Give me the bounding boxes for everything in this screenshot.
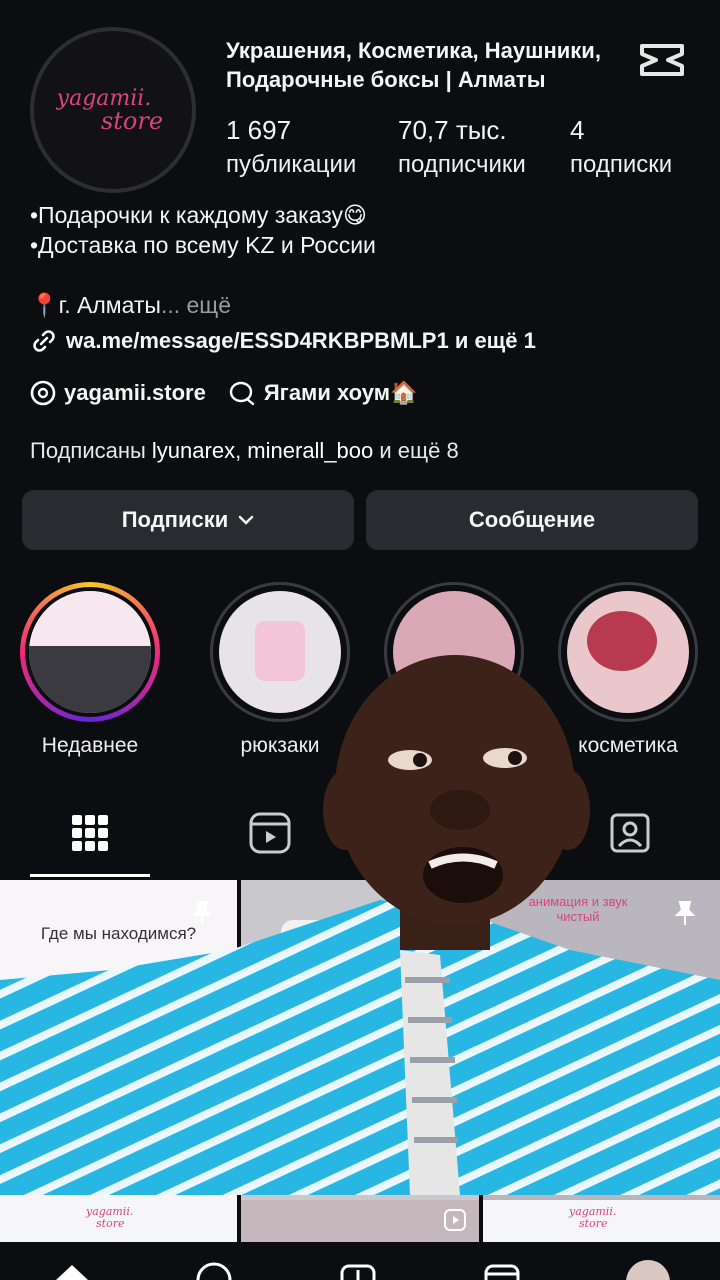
profile-bio: •Подарочки к каждому заказу😋 •Доставка п… — [30, 200, 376, 260]
bio-line1: •Подарочки к каждому заказу😋 — [30, 202, 368, 228]
post-tile-4[interactable]: yagamii. store — [0, 1200, 237, 1242]
post-tile-2[interactable] — [241, 880, 479, 1210]
reels-nav-icon[interactable] — [482, 1260, 522, 1280]
home-chip[interactable]: Ягами хоум🏠 — [228, 380, 418, 406]
avatar-logo-line2: store — [100, 107, 164, 135]
story-highlights: Недавнее рюкзаки косметика — [0, 582, 720, 762]
chat-bubble-icon — [229, 381, 255, 406]
highlight-thumb — [567, 591, 689, 713]
active-tab-indicator — [30, 874, 150, 877]
followed-names: lyunarex, minerall_boo — [151, 438, 374, 463]
capcut-watermark-icon — [640, 44, 684, 76]
message-button-label: Сообщение — [468, 507, 596, 532]
profile-header: yagamii. store Украшения, Косметика, Нау… — [0, 0, 720, 200]
location-text: 📍г. Алматы — [30, 292, 161, 318]
posts-grid-row2: yagamii. store yagamii. store — [0, 1200, 720, 1242]
profile-link[interactable]: wa.me/message/ESSD4RKBPBMLP1 и ещё 1 — [30, 327, 536, 355]
link-icon — [33, 330, 55, 352]
avatar-logo: yagamii. store — [57, 88, 164, 135]
link-text: wa.me/message/ESSD4RKBPBMLP1 и ещё 1 — [66, 328, 536, 353]
highlight-label: рюкзаки — [240, 734, 320, 757]
stat-followers-label: подписчики — [398, 151, 526, 178]
pin-icon — [191, 901, 213, 925]
post-tile-1[interactable]: Где мы находимся? — [0, 880, 237, 1210]
message-button[interactable]: Сообщение — [366, 490, 698, 550]
home-label: Ягами хоум🏠 — [263, 380, 418, 405]
highlight-ring — [210, 582, 350, 722]
highlight-recent[interactable]: Недавнее — [20, 582, 160, 758]
profile-chips: yagamii.store Ягами хоум🏠 — [30, 380, 439, 406]
reel-icon — [444, 1209, 466, 1231]
mini-logo-line2: store — [96, 1217, 125, 1230]
highlight-backpacks[interactable]: рюкзаки — [210, 582, 350, 758]
location-more[interactable]: ... ещё — [161, 292, 231, 318]
stat-posts-label: публикации — [226, 151, 357, 178]
post-3-caption-line2: чистый — [556, 909, 600, 924]
posts-grid: Где мы находимся? анимация и звук чистый — [0, 880, 720, 1210]
post-3-caption-line1: анимация и звук — [528, 894, 628, 909]
profile-location[interactable]: 📍г. Алматы... ещё — [30, 292, 231, 319]
threads-icon — [30, 380, 56, 406]
bottom-nav — [0, 1242, 720, 1280]
subscriptions-button[interactable]: Подписки — [22, 490, 354, 550]
grid-tab-icon[interactable] — [65, 808, 115, 858]
threads-chip[interactable]: yagamii.store — [30, 380, 206, 406]
highlight-ring — [384, 582, 524, 722]
bio-line2: •Доставка по всему KZ и России — [30, 232, 376, 258]
followed-suffix: и ещё 8 — [373, 438, 459, 463]
chevron-down-icon — [239, 515, 254, 525]
home-nav-icon[interactable] — [52, 1260, 92, 1280]
highlight-thumb — [219, 591, 341, 713]
profile-tabs — [0, 790, 720, 880]
subscriptions-button-label: Подписки — [121, 507, 229, 532]
stat-following[interactable]: 4 подписки — [570, 115, 672, 179]
followed-by[interactable]: Подписаны lyunarex, minerall_boo и ещё 8 — [30, 438, 459, 464]
followed-prefix: Подписаны — [30, 438, 152, 463]
profile-title: Украшения, Косметика, Наушники, Подарочн… — [226, 36, 666, 94]
highlight-thumb — [25, 587, 155, 717]
highlight-label: Недавнее — [41, 734, 139, 757]
reels-tab-icon[interactable] — [245, 808, 295, 858]
stat-following-label: подписки — [570, 151, 673, 178]
stat-followers[interactable]: 70,7 тыс. подписчики — [398, 115, 526, 179]
highlight-ring — [20, 582, 160, 722]
stat-posts[interactable]: 1 697 публикации — [226, 115, 356, 179]
highlight-ring — [558, 582, 698, 722]
post-tile-6[interactable]: yagamii. store — [483, 1200, 720, 1242]
stat-posts-count: 1 697 — [226, 115, 292, 145]
tagged-tab-icon[interactable] — [605, 808, 655, 858]
post-tile-5[interactable] — [241, 1200, 479, 1242]
pin-icon — [674, 901, 696, 925]
highlight-3[interactable] — [384, 582, 524, 734]
profile-avatar[interactable]: yagamii. store — [30, 27, 196, 193]
profile-nav-avatar[interactable] — [626, 1260, 670, 1280]
post-tile-3[interactable]: анимация и звук чистый — [483, 880, 720, 1210]
profile-title-line2: Подарочные боксы | Алматы — [226, 67, 546, 92]
profile-title-line1: Украшения, Косметика, Наушники, — [226, 38, 601, 63]
mini-logo-line2: store — [579, 1217, 608, 1230]
highlight-cosmetics[interactable]: косметика — [558, 582, 698, 758]
threads-label: yagamii.store — [64, 380, 206, 405]
search-nav-icon[interactable] — [194, 1260, 234, 1280]
stat-followers-count: 70,7 тыс. — [398, 115, 507, 145]
highlight-label: косметика — [578, 734, 678, 757]
create-nav-icon[interactable] — [338, 1260, 378, 1280]
stat-following-count: 4 — [570, 115, 585, 145]
highlight-thumb — [393, 591, 515, 713]
